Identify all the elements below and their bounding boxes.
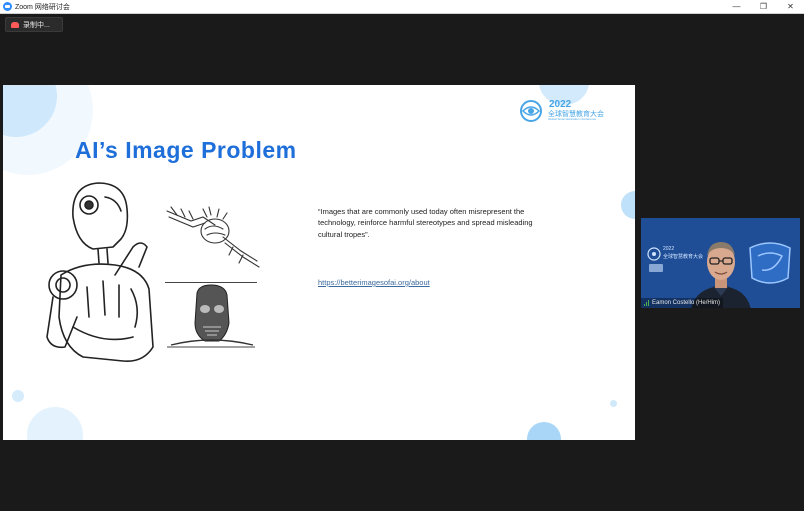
robot-hand-illustration — [166, 206, 260, 268]
decor-circle — [12, 390, 24, 402]
conference-name-en: Global Smart Education Conference — [548, 117, 597, 121]
window-controls: — ❐ ✕ — [723, 0, 804, 13]
globe-logo-icon — [520, 100, 542, 122]
decor-circle — [610, 400, 617, 407]
robot-skull-illustration — [167, 284, 255, 348]
close-button[interactable]: ✕ — [777, 0, 804, 13]
slide-title: AI’s Image Problem — [75, 137, 297, 163]
maximize-button[interactable]: ❐ — [750, 0, 777, 13]
participant-name-bar: Eamon Costello (He/Him) — [641, 298, 724, 308]
background-globe-icon — [647, 247, 661, 261]
decor-circle — [27, 407, 83, 440]
decor-circle — [621, 191, 635, 219]
participant-video-person — [691, 242, 751, 308]
background-badge — [649, 264, 663, 272]
slide-link[interactable]: https://betterimagesofai.org/about — [318, 278, 430, 287]
recording-label: 录制中... — [23, 21, 50, 29]
slide-quote: “Images that are commonly used today oft… — [318, 206, 533, 239]
window-title: Zoom 网络研讨会 — [15, 3, 70, 11]
thinking-robot-illustration — [46, 182, 154, 363]
conference-logo: 2022 全球智慧教育大会 Global Smart Education Con… — [519, 99, 623, 123]
window-titlebar: Zoom 网络研讨会 — ❐ ✕ — [0, 0, 804, 14]
recording-indicator[interactable]: 录制中... — [5, 17, 63, 32]
shared-screen-slide: 2022 全球智慧教育大会 Global Smart Education Con… — [3, 85, 635, 440]
background-logo-year: 2022 — [663, 246, 675, 252]
minimize-button[interactable]: — — [723, 0, 750, 13]
participant-video-tile[interactable]: 2022 全球智慧教育大会 Eamon Costello (He/Him) — [641, 218, 800, 308]
decor-circle — [527, 422, 561, 440]
signal-strength-icon — [644, 300, 649, 306]
zoom-app-icon — [3, 2, 12, 11]
participant-name: Eamon Costello (He/Him) — [652, 300, 721, 306]
cloud-recording-icon — [11, 21, 19, 28]
